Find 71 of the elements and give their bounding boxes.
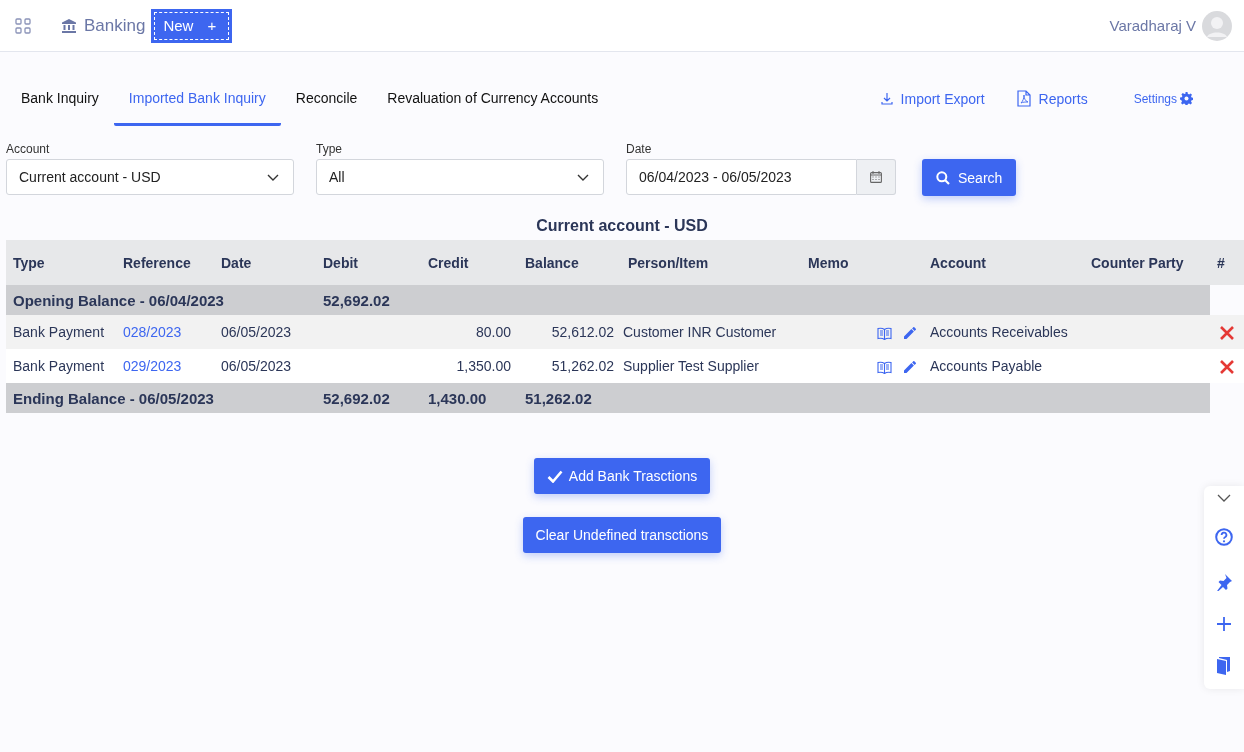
table-cell: 51,262.02	[518, 349, 621, 383]
column-header: Reference	[116, 240, 214, 285]
search-icon	[936, 170, 950, 185]
book-icon[interactable]	[877, 326, 892, 340]
balance-label: Opening Balance - 06/04/2023	[6, 285, 316, 315]
plus-icon[interactable]	[1217, 616, 1231, 631]
download-icon	[880, 92, 893, 105]
column-header: Date	[214, 240, 316, 285]
table-cell: Accounts Payable	[923, 349, 1084, 383]
help-icon[interactable]	[1215, 528, 1233, 547]
tab[interactable]: Revaluation of Currency Accounts	[372, 80, 614, 126]
tab[interactable]: Reconcile	[280, 80, 373, 126]
field-label: Account	[6, 142, 51, 156]
import-export-link[interactable]: Import Export	[900, 90, 985, 107]
pin-icon[interactable]	[1215, 572, 1233, 591]
apps-grid-icon[interactable]	[15, 17, 31, 34]
table-cell: Bank Payment	[6, 349, 116, 383]
new-button[interactable]: New +	[151, 8, 233, 43]
table-cell: Bank Payment	[6, 315, 116, 349]
clear-button[interactable]: Clear Undefined transctions	[522, 517, 722, 553]
table-title: Current account - USD	[535, 217, 709, 235]
module-title: Banking	[84, 15, 146, 36]
search-button[interactable]: Search	[922, 159, 1017, 196]
user-name[interactable]: Varadharaj V	[1109, 17, 1196, 34]
column-header: Debit	[316, 240, 421, 285]
account-select[interactable]: Current account - USD	[6, 159, 294, 195]
table-cell: 80.00	[421, 315, 518, 349]
table-cell: Customer INR Customer	[621, 315, 801, 349]
table-cell: 06/05/2023	[214, 315, 316, 349]
column-header: Person/Item	[621, 240, 801, 285]
delete-icon[interactable]	[1220, 326, 1234, 341]
table-cell: 52,612.02	[518, 315, 621, 349]
book-icon[interactable]	[877, 360, 892, 374]
column-header: Counter Party	[1084, 240, 1210, 285]
tab[interactable]: Imported Bank Inquiry	[113, 80, 281, 126]
table-cell: 51,262.02	[518, 383, 621, 413]
table-cell: Accounts Receivables	[923, 315, 1084, 349]
column-header: Account	[923, 240, 1084, 285]
column-header: Type	[6, 240, 116, 285]
check-icon	[546, 469, 563, 483]
chevron-down-icon	[577, 173, 589, 181]
chevron-down-icon[interactable]	[1217, 494, 1231, 502]
add-transactions-button[interactable]: Add Bank Trasctions	[533, 458, 711, 494]
table-cell: 06/05/2023	[214, 349, 316, 383]
table-cell: 52,692.02	[316, 285, 421, 315]
column-header: Balance	[518, 240, 621, 285]
pdf-file-icon	[1016, 90, 1031, 107]
column-header: #	[1210, 240, 1244, 285]
tab[interactable]: Bank Inquiry	[6, 80, 114, 126]
pencil-icon[interactable]	[904, 361, 916, 374]
table-cell: 1,430.00	[421, 383, 518, 413]
settings-icon	[1180, 92, 1193, 105]
column-header: Credit	[421, 240, 518, 285]
type-select[interactable]: All	[316, 159, 604, 195]
delete-icon[interactable]	[1220, 360, 1234, 375]
settings-link[interactable]: Settings	[1133, 91, 1177, 106]
reports-link[interactable]: Reports	[1038, 90, 1088, 107]
column-header: Memo	[801, 240, 923, 285]
calendar-button[interactable]	[857, 159, 896, 195]
field-label: Type	[316, 142, 343, 156]
book-icon[interactable]	[1216, 657, 1232, 675]
table-cell: 52,692.02	[316, 383, 421, 413]
table-cell: Supplier Test Supplier	[621, 349, 801, 383]
bank-icon	[62, 18, 76, 33]
date-range-field[interactable]: 06/04/2023 - 06/05/2023	[626, 159, 857, 195]
table-cell: 1,350.00	[421, 349, 518, 383]
chevron-down-icon	[267, 173, 279, 181]
pencil-icon[interactable]	[904, 327, 916, 340]
calendar-icon	[870, 171, 882, 183]
field-label: Date	[626, 142, 653, 156]
balance-label: Ending Balance - 06/05/2023	[6, 383, 316, 413]
